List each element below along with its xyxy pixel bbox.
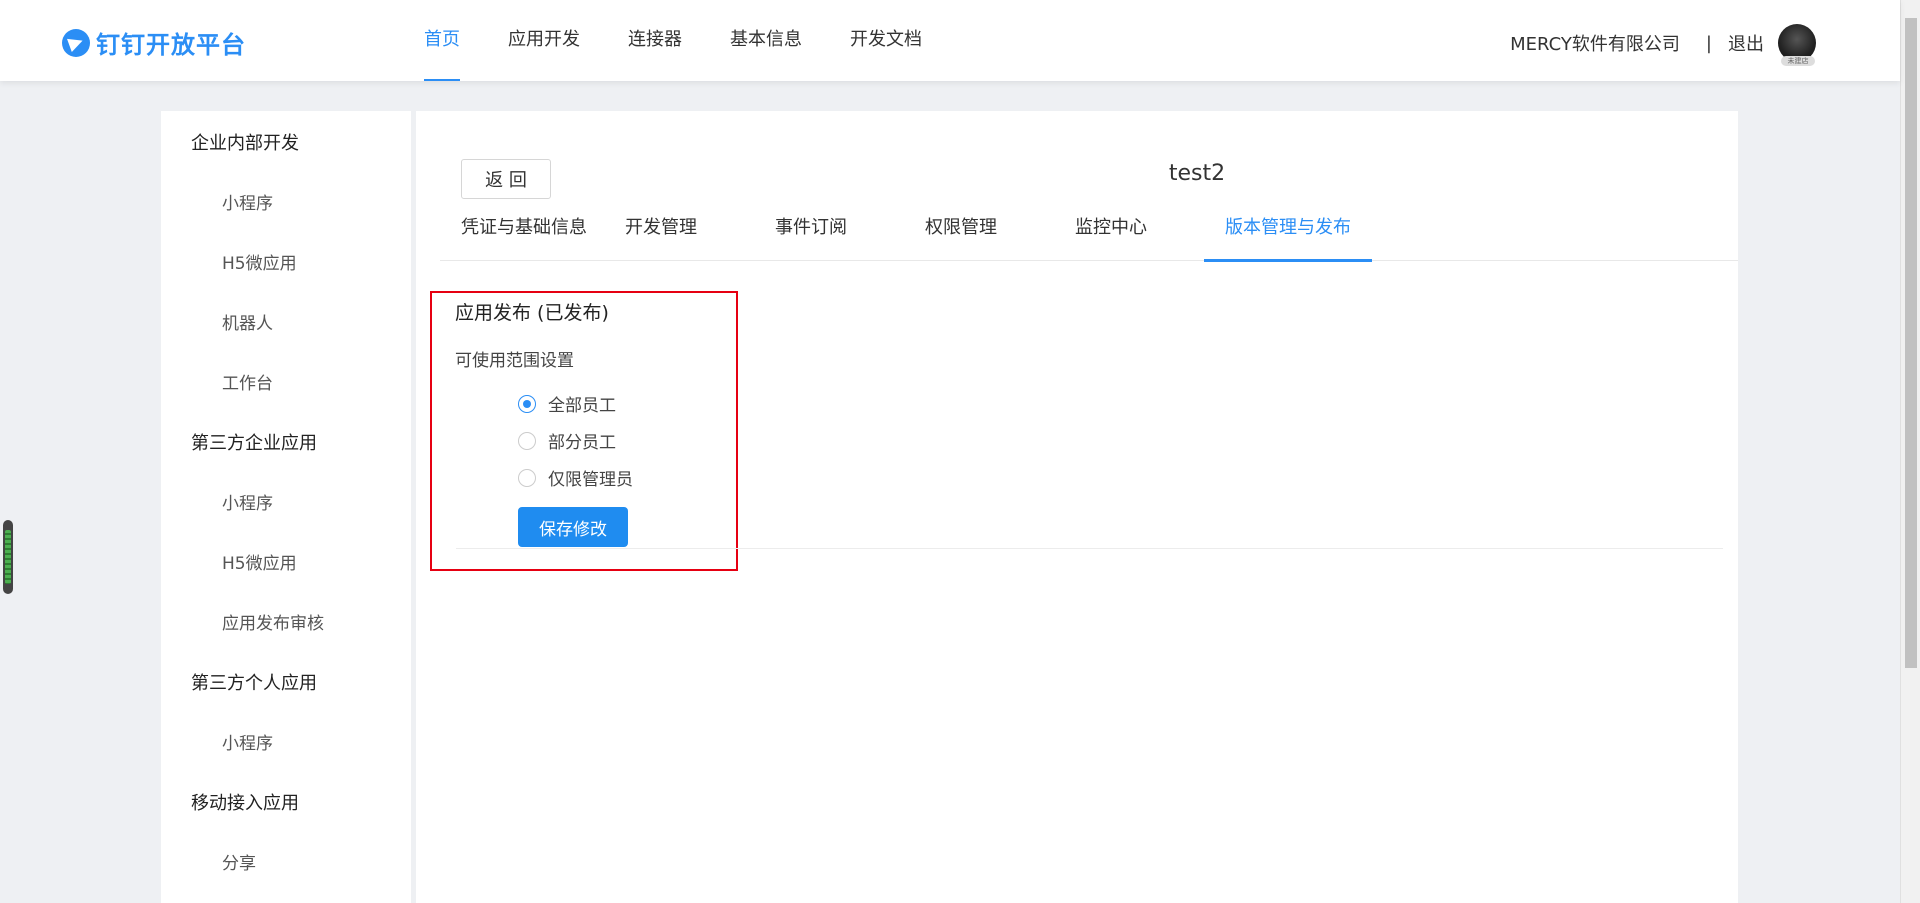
sidebar-item-tp-h5[interactable]: H5微应用 [161,549,411,609]
sidebar-group-internal: 企业内部开发 [191,133,299,154]
scrollbar-thumb[interactable] [1905,18,1917,668]
sidebar-item-tp-review[interactable]: 应用发布审核 [161,609,411,669]
logout-link[interactable]: 退出 [1728,30,1764,56]
publish-title: 应用发布 (已发布) [455,302,609,324]
tab-bar: 凭证与基础信息 开发管理 事件订阅 权限管理 监控中心 版本管理与发布 [440,211,1738,262]
top-navbar: 钉钉开放平台 首页 应用开发 连接器 基本信息 开发文档 MERCY软件有限公司… [0,0,1900,81]
sidebar-item-internal-h5[interactable]: H5微应用 [161,249,411,309]
sidebar-group-third-party-personal: 第三方个人应用 [191,673,317,694]
brand-name: 钉钉开放平台 [96,31,246,59]
save-changes-button[interactable]: 保存修改 [518,507,628,547]
sidebar-item-mobile-share[interactable]: 分享 [161,849,411,903]
brand-logo[interactable]: 钉钉开放平台 [62,25,246,60]
radio-some-employees[interactable]: 部分员工 [518,428,616,453]
sidebar-item-tp-miniapp[interactable]: 小程序 [161,489,411,549]
tab-dev-management[interactable]: 开发管理 [625,211,697,261]
sidebar: 企业内部开发 小程序 H5微应用 机器人 工作台 第三方企业应用 小程序 H5微… [161,111,411,903]
radio-admins-only[interactable]: 仅限管理员 [518,465,633,490]
radio-label: 全部员工 [548,396,616,416]
sidebar-group-mobile: 移动接入应用 [191,793,299,814]
tab-monitoring[interactable]: 监控中心 [1075,211,1147,261]
main-nav: 首页 应用开发 连接器 基本信息 开发文档 [412,0,958,81]
radio-label: 部分员工 [548,433,616,453]
header-user-area: MERCY软件有限公司 | 退出 未建店 [1510,24,1816,66]
avatar-badge: 未建店 [1781,56,1815,66]
sidebar-item-internal-workbench[interactable]: 工作台 [161,369,411,429]
main-content: 返 回 test2 凭证与基础信息 开发管理 事件订阅 权限管理 监控中心 版本… [416,111,1738,903]
sidebar-group-third-party-enterprise: 第三方企业应用 [191,433,317,454]
radio-unchecked-icon[interactable] [518,468,536,487]
tab-credentials[interactable]: 凭证与基础信息 [461,211,587,261]
sidebar-item-internal-miniapp[interactable]: 小程序 [161,189,411,249]
page-title: test2 [1168,161,1226,186]
tab-event-subscription[interactable]: 事件订阅 [775,211,847,261]
avatar[interactable]: 未建店 [1778,24,1816,66]
page-scrollbar[interactable] [1900,0,1920,903]
nav-item-connector[interactable]: 连接器 [616,0,694,81]
radio-all-employees[interactable]: 全部员工 [518,391,616,416]
tab-permissions[interactable]: 权限管理 [925,211,997,261]
radio-checked-icon[interactable] [518,394,536,413]
section-divider [456,548,1723,549]
nav-item-home[interactable]: 首页 [412,0,472,81]
radio-label: 仅限管理员 [548,470,633,490]
header-separator: | [1705,32,1712,54]
sidebar-item-internal-robot[interactable]: 机器人 [161,309,411,369]
scope-label: 可使用范围设置 [455,351,574,371]
company-name: MERCY软件有限公司 [1510,34,1680,55]
sidebar-item-personal-miniapp[interactable]: 小程序 [161,729,411,789]
radio-unchecked-icon[interactable] [518,431,536,450]
tab-version-publish[interactable]: 版本管理与发布 [1204,211,1372,262]
dingtalk-logo-icon [62,28,90,57]
nav-item-basic-info[interactable]: 基本信息 [718,0,814,81]
floating-side-widget[interactable] [3,520,13,594]
nav-item-app-dev[interactable]: 应用开发 [496,0,592,81]
nav-item-dev-docs[interactable]: 开发文档 [838,0,934,81]
